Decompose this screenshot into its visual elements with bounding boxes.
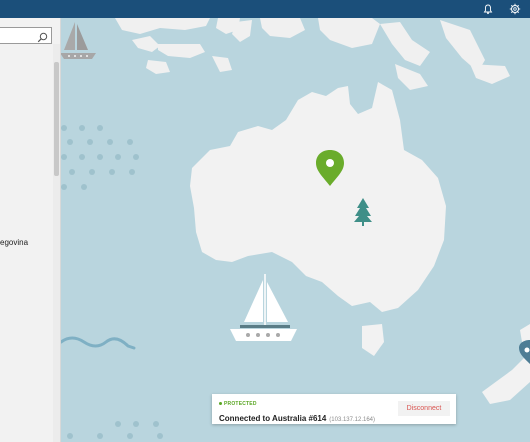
scrollbar-thumb[interactable] xyxy=(54,62,59,176)
northern-islands xyxy=(115,18,510,90)
server-list-sidebar: egovina xyxy=(0,18,61,442)
world-map[interactable] xyxy=(61,18,530,442)
sailboat-icon xyxy=(230,274,297,341)
sailboat-icon xyxy=(61,22,96,59)
protected-indicator-icon xyxy=(219,402,222,406)
tasmania-island xyxy=(362,324,384,356)
search-icon[interactable] xyxy=(37,30,48,43)
country-list-item[interactable]: egovina xyxy=(0,238,28,247)
decorative-dots xyxy=(61,125,163,439)
new-zealand-islands xyxy=(482,324,530,404)
wave-decoration xyxy=(61,336,136,350)
bell-icon[interactable] xyxy=(481,2,495,16)
protected-label: PROTECTED xyxy=(224,401,257,407)
search-field[interactable] xyxy=(0,27,52,45)
connection-status-card: PROTECTED Connected to Australia #614 (10… xyxy=(212,394,456,424)
gear-icon[interactable] xyxy=(508,2,522,16)
disconnect-button[interactable]: Disconnect xyxy=(398,401,450,416)
search-input[interactable] xyxy=(0,31,41,45)
title-bar xyxy=(0,0,530,18)
ip-address: (103.137.12.164) xyxy=(329,417,375,423)
australia-landmass[interactable] xyxy=(190,82,446,312)
connection-text: Connected to Australia #614 xyxy=(219,414,327,423)
